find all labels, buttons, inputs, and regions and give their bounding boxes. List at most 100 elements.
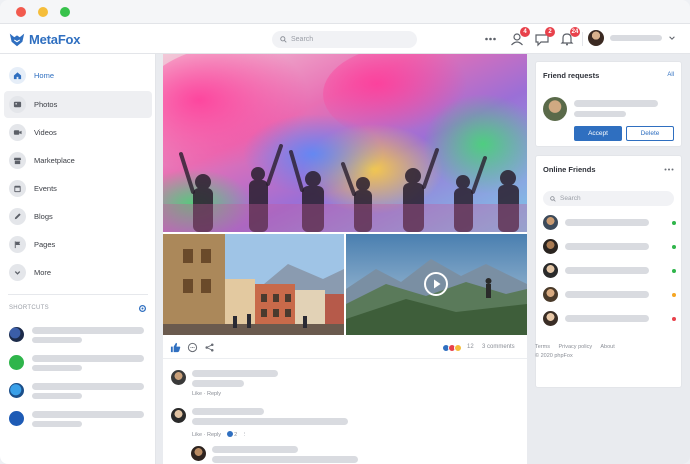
see-all-link[interactable]: All bbox=[667, 72, 674, 78]
flag-icon bbox=[9, 236, 26, 253]
apps-dots-icon bbox=[485, 37, 496, 41]
messages-badge: 2 bbox=[545, 27, 555, 37]
sidebar-divider bbox=[8, 294, 148, 295]
gear-icon[interactable] bbox=[138, 304, 147, 313]
online-status-indicator bbox=[672, 269, 676, 273]
friend-name-placeholder bbox=[565, 315, 649, 322]
footer-link-terms[interactable]: Terms bbox=[535, 344, 550, 350]
post-video-thumbnail[interactable] bbox=[346, 234, 527, 335]
online-friend-item[interactable] bbox=[543, 287, 676, 303]
reaction-count: 12 bbox=[467, 344, 474, 350]
notifications-button[interactable]: 24 bbox=[558, 27, 580, 48]
user-menu[interactable] bbox=[588, 30, 676, 46]
commenter-avatar[interactable] bbox=[171, 370, 186, 385]
comments-count[interactable]: 3 comments bbox=[482, 344, 515, 350]
video-play-button[interactable] bbox=[424, 272, 448, 296]
calendar-icon bbox=[9, 180, 26, 197]
comment-actions[interactable]: Like · Reply bbox=[192, 391, 221, 397]
online-friend-item[interactable] bbox=[543, 215, 676, 231]
sidebar-item-label: More bbox=[34, 268, 52, 277]
sidebar-item-pages[interactable]: Pages bbox=[4, 231, 152, 258]
online-friend-item[interactable] bbox=[543, 239, 676, 255]
footer-link-about[interactable]: About bbox=[600, 344, 614, 350]
minimize-window-button[interactable] bbox=[38, 7, 48, 17]
notifications-badge: 24 bbox=[570, 27, 580, 37]
maximize-window-button[interactable] bbox=[60, 7, 70, 17]
shortcut-name-placeholder bbox=[32, 327, 144, 334]
right-sidebar: Friend requests All Accept Delete Online… bbox=[533, 54, 690, 464]
global-search-input[interactable]: Search bbox=[272, 31, 417, 48]
like-reaction-icon bbox=[226, 431, 233, 437]
friend-requests-button[interactable]: 4 bbox=[508, 27, 530, 48]
comment-actions-label: Like · Reply bbox=[192, 432, 222, 438]
video-icon bbox=[9, 124, 26, 141]
fox-logo-icon bbox=[9, 33, 25, 47]
friend-avatar bbox=[543, 311, 558, 326]
close-window-button[interactable] bbox=[16, 7, 26, 17]
requester-name-placeholder bbox=[574, 100, 658, 107]
top-navigation-bar: MetaFox Search 4 2 24 bbox=[0, 24, 690, 54]
post-photo-street[interactable] bbox=[163, 234, 344, 335]
online-friends-title: Online Friends bbox=[543, 165, 596, 174]
accept-button[interactable]: Accept bbox=[574, 126, 622, 141]
apps-menu-button[interactable] bbox=[482, 30, 500, 48]
shortcut-name-placeholder bbox=[32, 411, 144, 418]
search-placeholder: Search bbox=[560, 195, 581, 202]
requester-avatar[interactable] bbox=[543, 97, 567, 121]
away-status-indicator bbox=[672, 293, 676, 297]
sidebar-item-marketplace[interactable]: Marketplace bbox=[4, 147, 152, 174]
shortcut-item[interactable] bbox=[9, 324, 149, 346]
search-icon bbox=[280, 36, 287, 43]
metafox-logo[interactable]: MetaFox bbox=[8, 30, 81, 48]
more-options-icon[interactable]: ⋮ bbox=[242, 432, 248, 438]
comment-icon[interactable] bbox=[187, 342, 198, 353]
user-avatar bbox=[588, 30, 604, 46]
friend-avatar bbox=[543, 287, 558, 302]
comment-actions[interactable]: Like · Reply 2 ⋮ bbox=[192, 431, 247, 438]
shortcut-item[interactable] bbox=[9, 352, 149, 374]
sidebar-item-events[interactable]: Events bbox=[4, 175, 152, 202]
sidebar-item-blogs[interactable]: Blogs bbox=[4, 203, 152, 230]
post-photo-main[interactable] bbox=[163, 54, 527, 232]
share-icon[interactable] bbox=[204, 342, 215, 353]
feed-post: 12 3 comments Like · Reply Like · Reply … bbox=[163, 54, 527, 464]
shortcut-item[interactable] bbox=[9, 380, 149, 402]
friend-requests-title: Friend requests bbox=[543, 71, 600, 80]
reply-text-placeholder bbox=[212, 456, 358, 463]
footer-link-privacy[interactable]: Privacy policy bbox=[559, 344, 593, 350]
chevron-down-icon bbox=[9, 264, 26, 281]
user-name-placeholder bbox=[610, 35, 662, 41]
holi-festival-photo bbox=[163, 54, 527, 232]
online-friend-item[interactable] bbox=[543, 311, 676, 327]
more-options-icon[interactable] bbox=[664, 167, 674, 172]
friend-avatar bbox=[543, 239, 558, 254]
post-action-bar: 12 3 comments bbox=[163, 339, 527, 357]
shortcut-name-placeholder bbox=[32, 355, 144, 362]
shortcut-avatar bbox=[9, 411, 24, 426]
comment-author-placeholder bbox=[192, 370, 278, 377]
online-friends-search-input[interactable]: Search bbox=[543, 191, 674, 206]
online-friend-item[interactable] bbox=[543, 263, 676, 279]
like-icon[interactable] bbox=[170, 342, 181, 353]
messages-button[interactable]: 2 bbox=[533, 27, 555, 48]
app-window: MetaFox Search 4 2 24 Home Photos Videos… bbox=[0, 0, 690, 464]
play-icon bbox=[434, 279, 441, 289]
replier-avatar[interactable] bbox=[191, 446, 206, 461]
sidebar-item-label: Home bbox=[34, 71, 55, 80]
sidebar-item-videos[interactable]: Videos bbox=[4, 119, 152, 146]
online-status-indicator bbox=[672, 245, 676, 249]
photo-icon bbox=[9, 96, 26, 113]
commenter-avatar[interactable] bbox=[171, 408, 186, 423]
sidebar-item-photos[interactable]: Photos bbox=[4, 91, 152, 118]
topbar-divider bbox=[582, 32, 583, 46]
shortcut-sub-placeholder bbox=[32, 393, 82, 399]
shortcut-avatar bbox=[9, 383, 24, 398]
sidebar-item-home[interactable]: Home bbox=[4, 62, 152, 89]
shortcut-item[interactable] bbox=[9, 408, 149, 430]
comment-author-placeholder bbox=[192, 408, 264, 415]
comment-reaction-count: 2 bbox=[234, 432, 238, 438]
sidebar-item-more[interactable]: More bbox=[4, 259, 152, 286]
copyright-text: © 2020 phpFox bbox=[535, 353, 573, 359]
delete-button[interactable]: Delete bbox=[626, 126, 674, 141]
reaction-summary[interactable] bbox=[442, 344, 462, 352]
